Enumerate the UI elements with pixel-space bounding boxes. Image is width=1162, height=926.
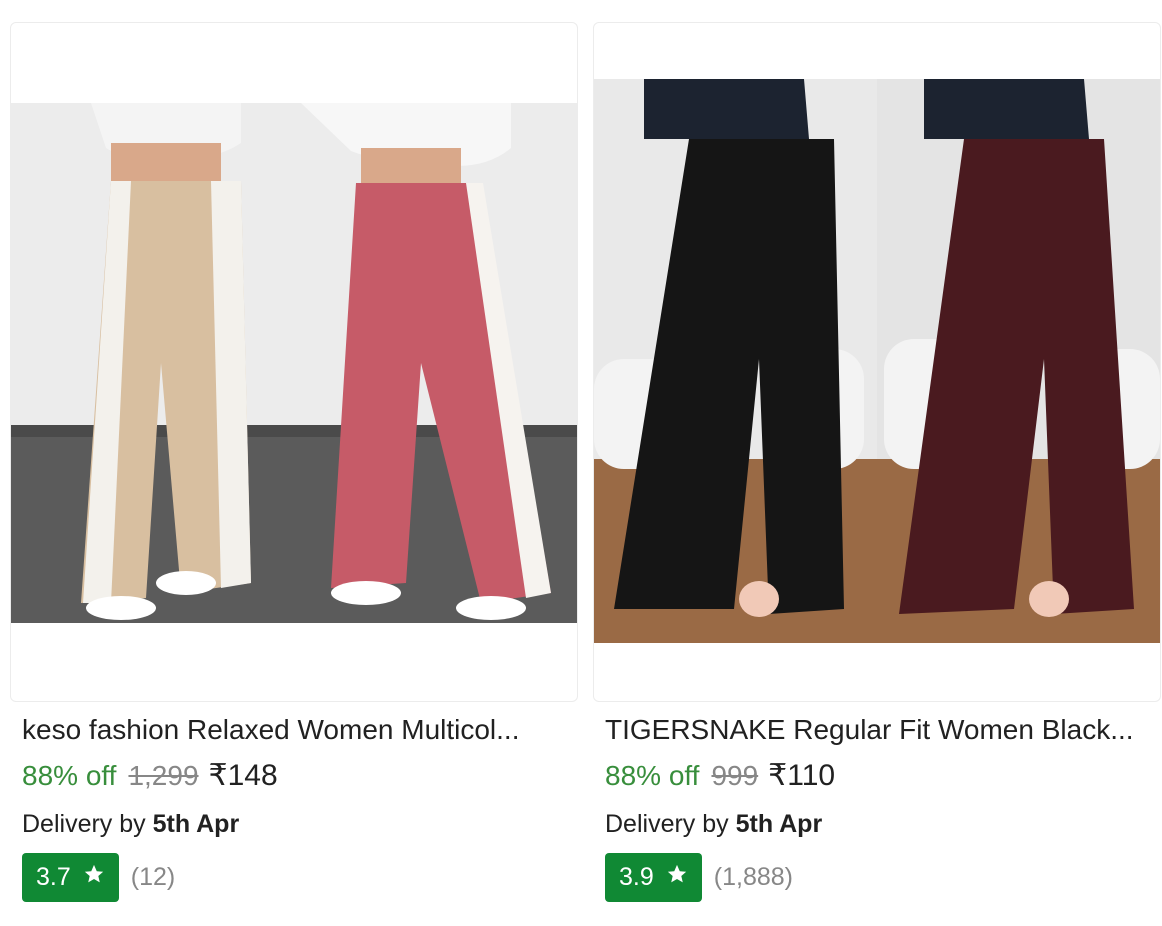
delivery-date: 5th Apr [152, 810, 240, 838]
rating-row: 3.9 (1,888) [605, 853, 793, 902]
delivery-date: 5th Apr [735, 810, 823, 838]
star-icon [666, 863, 688, 892]
product-image[interactable] [10, 22, 578, 702]
original-price: 1,299 [128, 760, 199, 791]
price-row: 88% off 1,299 ₹148 [22, 758, 278, 796]
selling-price: ₹110 [768, 759, 836, 792]
product-title[interactable]: TIGERSNAKE Regular Fit Women Black... [605, 712, 1145, 748]
original-price: 999 [711, 760, 759, 791]
delivery-info: Delivery by 5th Apr [605, 810, 822, 839]
product-image-icon [594, 79, 1160, 643]
rating-value: 3.9 [619, 863, 654, 891]
product-grid: keso fashion Relaxed Women Multicol... 8… [0, 0, 1162, 926]
star-icon [83, 863, 105, 892]
selling-price: ₹148 [208, 759, 278, 792]
rating-count: (12) [130, 863, 176, 891]
discount-label: 88% off [22, 760, 117, 791]
product-title[interactable]: keso fashion Relaxed Women Multicol... [22, 712, 562, 748]
discount-label: 88% off [605, 760, 700, 791]
rating-row: 3.7 (12) [22, 853, 175, 902]
product-image[interactable] [593, 22, 1161, 702]
product-image-icon [11, 103, 577, 623]
rating-badge: 3.9 [605, 853, 702, 902]
delivery-info: Delivery by 5th Apr [22, 810, 239, 839]
price-row: 88% off 999 ₹110 [605, 758, 835, 796]
product-card-1[interactable]: keso fashion Relaxed Women Multicol... 8… [10, 0, 578, 926]
rating-badge: 3.7 [22, 853, 119, 902]
delivery-prefix: Delivery by [22, 810, 146, 838]
delivery-prefix: Delivery by [605, 810, 729, 838]
rating-value: 3.7 [36, 863, 71, 891]
rating-count: (1,888) [713, 863, 793, 891]
product-card-2[interactable]: TIGERSNAKE Regular Fit Women Black... 88… [593, 0, 1161, 926]
